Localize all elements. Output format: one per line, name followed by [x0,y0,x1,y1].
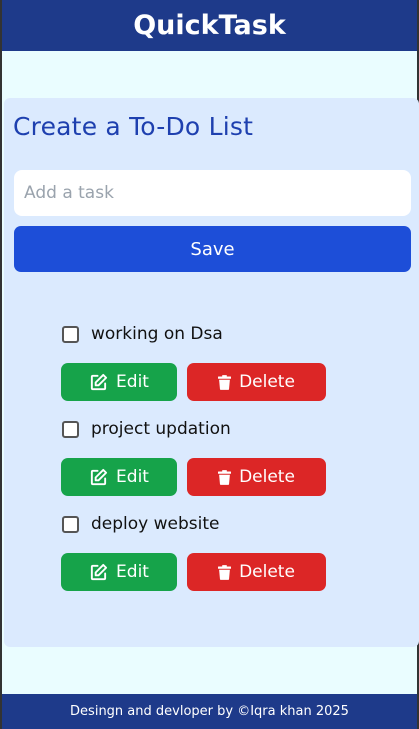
delete-label: Delete [239,562,295,582]
task-actions: Edit Delete [61,363,361,401]
task-row: project updation [61,415,361,443]
delete-label: Delete [239,467,295,487]
task-row: working on Dsa [61,320,361,348]
task-text: project updation [91,419,231,439]
page-title: Create a To-Do List [13,112,254,141]
delete-label: Delete [239,372,295,392]
task-text: deploy website [91,514,220,534]
edit-button[interactable]: Edit [61,458,177,496]
app-title: QuickTask [133,10,286,41]
trash-icon [218,374,232,390]
delete-button[interactable]: Delete [187,458,326,496]
trash-icon [218,564,232,580]
pencil-square-icon [89,373,108,392]
task-checkbox[interactable] [62,420,79,438]
pencil-square-icon [89,468,108,487]
app-header: QuickTask [2,0,417,51]
task-actions: Edit Delete [61,458,361,496]
task-item: deploy website Edit Delete [61,510,361,605]
edit-label: Edit [116,372,149,392]
task-input[interactable] [14,170,411,216]
edit-button[interactable]: Edit [61,363,177,401]
task-checkbox[interactable] [62,515,79,533]
task-item: working on Dsa Edit Delete [61,320,361,415]
app-footer: Desingn and devloper by ©Iqra khan 2025 [2,694,417,729]
pencil-square-icon [89,563,108,582]
edit-label: Edit [116,562,149,582]
todo-card: Create a To-Do List Save working on Dsa … [4,98,419,647]
task-checkbox[interactable] [62,325,79,343]
edit-label: Edit [116,467,149,487]
delete-button[interactable]: Delete [187,363,326,401]
task-item: project updation Edit Delete [61,415,361,510]
task-text: working on Dsa [91,324,223,344]
save-button[interactable]: Save [14,226,411,272]
task-row: deploy website [61,510,361,538]
footer-credit: Desingn and devloper by ©Iqra khan 2025 [70,704,349,719]
task-list: working on Dsa Edit Delete project updat… [61,320,361,605]
task-actions: Edit Delete [61,553,361,591]
edit-button[interactable]: Edit [61,553,177,591]
delete-button[interactable]: Delete [187,553,326,591]
trash-icon [218,469,232,485]
